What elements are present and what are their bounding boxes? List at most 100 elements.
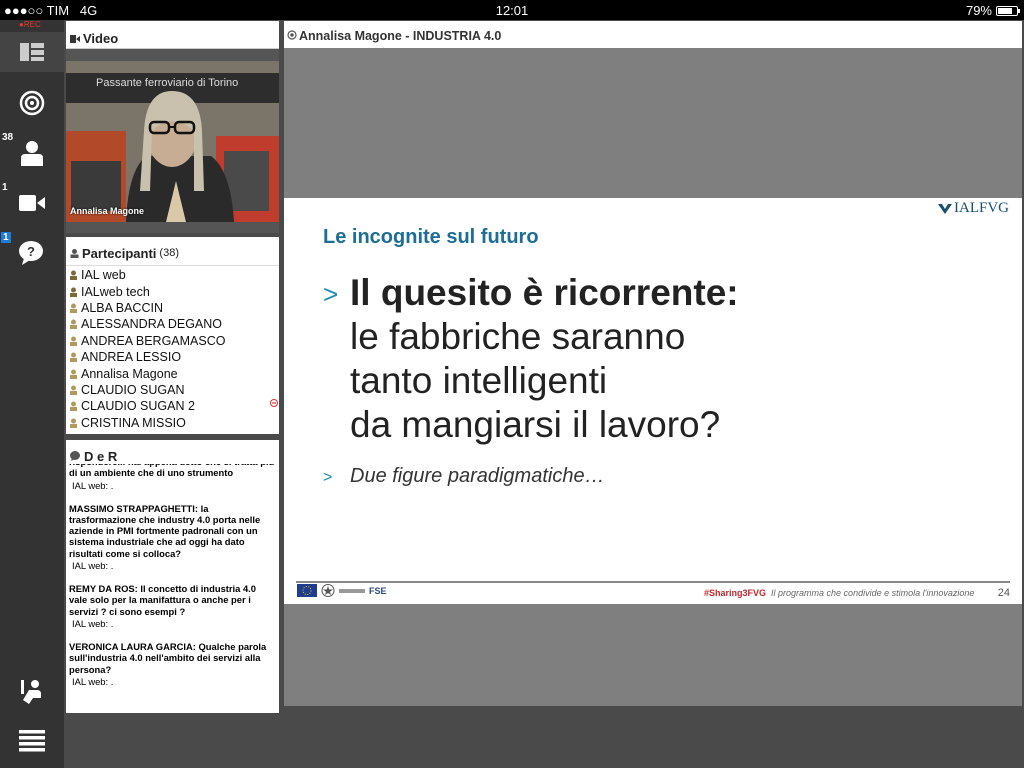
- participant-row[interactable]: CLAUDIO SUGAN: [66, 382, 279, 398]
- footer-logos: FSE: [297, 584, 387, 597]
- ialfvg-logo-mark: [938, 203, 952, 214]
- raise-hand-icon: [21, 680, 41, 704]
- participants-panel: Partecipanti (38) IAL web IALweb tech ALBA…: [66, 237, 279, 434]
- target-icon: [19, 90, 45, 116]
- slide-main-bold: Il quesito è ricorrente:: [350, 272, 739, 313]
- italian-republic-emblem: [321, 584, 335, 597]
- participant-name: Annalisa Magone: [81, 366, 178, 381]
- ios-status-bar: ●●●○○ TIM 4G 12:01 79%: [0, 0, 1024, 20]
- chat-question-icon: [70, 451, 80, 461]
- participant-name: ALESSANDRA DEGANO: [81, 317, 223, 332]
- participant-person-icon: [70, 270, 77, 281]
- slide-main-line: tanto intelligenti: [350, 360, 608, 401]
- question-text: MASSIMO STRAPPAGHETTI: la trasformazione…: [69, 502, 261, 559]
- participant-row[interactable]: IAL web: [66, 267, 279, 283]
- answer-text: IAL web: .: [72, 617, 114, 629]
- participant-name: ANDREA BERGAMASCO: [81, 333, 226, 348]
- video-camera-icon: [70, 34, 80, 43]
- target-button[interactable]: [0, 90, 64, 116]
- participant-person-icon: [70, 369, 77, 379]
- camera-button[interactable]: [0, 194, 64, 212]
- participant-row[interactable]: ALBA BACCIN: [66, 300, 279, 316]
- slide: IALFVG Le incognite sul futuro > Il ques…: [284, 198, 1022, 604]
- participant-name: IAL web: [81, 268, 126, 283]
- presentation-panel: Annalisa Magone - INDUSTRIA 4.0 IALFVG L…: [284, 21, 1022, 706]
- slide-letterbox-top: [284, 48, 1022, 198]
- participants-count: (38): [159, 247, 179, 259]
- participant-name: CLAUDIO SUGAN 2: [81, 399, 195, 414]
- footer-hashtag: #Sharing3FVG: [704, 588, 767, 598]
- presentation-title: Annalisa Magone - INDUSTRIA 4.0: [299, 29, 502, 43]
- participant-row[interactable]: CLAUDIO SUGAN 2: [66, 398, 279, 414]
- slide-letterbox-bottom: [284, 604, 1022, 706]
- qa-panel: D e R rispondere... hai appena detto che…: [66, 440, 279, 713]
- chat-button[interactable]: ?: [0, 240, 64, 266]
- qa-panel-title: D e R: [84, 448, 118, 464]
- participant-person-icon: [70, 352, 77, 363]
- participants-panel-title: Partecipanti: [82, 245, 157, 261]
- question-text: REMY DA ROS: Il concetto di industria 4.…: [69, 583, 257, 617]
- slide-main-line: le fabbriche saranno: [350, 316, 686, 357]
- slide-main-line: da mangiarsi il lavoro?: [350, 404, 721, 445]
- menu-button[interactable]: [0, 730, 64, 752]
- participant-name: CLAUDIO SUGAN: [81, 382, 185, 397]
- participant-person-icon: [70, 319, 77, 330]
- answer-text: IAL web: .: [72, 479, 114, 491]
- layout-icon: [20, 43, 44, 61]
- fse-logo: FSE: [369, 585, 387, 596]
- participants-button[interactable]: [0, 140, 64, 166]
- region-logo: [339, 588, 365, 593]
- participant-row[interactable]: IALweb tech: [66, 283, 279, 299]
- camera-count-badge: 1: [2, 182, 8, 193]
- participant-name: ALBA BACCIN: [81, 300, 163, 315]
- participant-person-icon: [70, 385, 77, 395]
- ialfvg-logo: IALFVG: [938, 200, 1009, 217]
- participant-person-icon: [70, 303, 77, 313]
- bullet-arrow: >: [323, 469, 333, 486]
- eu-flag-logo: [297, 584, 317, 597]
- slide-heading: Le incognite sul futuro: [323, 226, 539, 248]
- person-icon: [21, 141, 43, 166]
- battery-percent: 79%: [965, 3, 992, 18]
- bullet-arrow: >: [323, 279, 339, 309]
- video-area: Passante ferroviario di Torino Annalisa …: [66, 49, 279, 233]
- participant-row[interactable]: Annalisa Magone: [66, 365, 279, 381]
- left-toolbar: ●REC 38 1 1 ?: [0, 20, 64, 768]
- raise-hand-button[interactable]: [0, 678, 64, 704]
- question-text: VERONICA LAURA GARCIA: Qualche parola su…: [69, 640, 267, 675]
- mic-muted-icon: [270, 399, 278, 407]
- answer-text: IAL web: .: [72, 675, 114, 687]
- participant-row[interactable]: ALESSANDRA DEGANO: [66, 316, 279, 332]
- participant-row[interactable]: ANDREA BERGAMASCO: [66, 333, 279, 349]
- webcam-background-sign: Passante ferroviario di Torino: [96, 77, 239, 89]
- participant-row[interactable]: ANDREA LESSIO: [66, 349, 279, 365]
- slide-footer-divider: [296, 581, 1010, 583]
- participant-person-icon: [70, 336, 77, 346]
- participant-name: CRISTINA MISSIO: [81, 415, 186, 430]
- participant-person-icon: [70, 287, 77, 297]
- webcam-name-label: Annalisa Magone: [70, 206, 145, 216]
- webcam-feed[interactable]: Passante ferroviario di Torino Annalisa …: [66, 61, 279, 222]
- video-panel-title: Video: [83, 31, 119, 46]
- qa-list[interactable]: rispondere... hai appena detto che si tr…: [66, 464, 279, 713]
- participant-person-icon: [70, 418, 77, 428]
- video-panel: Video Passante ferroviario di Torino Ann…: [66, 21, 279, 233]
- question-text: rispondere... hai appena detto che si tr…: [69, 464, 274, 479]
- svg-text:?: ?: [27, 244, 35, 259]
- hamburger-menu-icon: [19, 730, 45, 752]
- participant-name: ANDREA LESSIO: [81, 350, 182, 365]
- layout-button[interactable]: [0, 32, 64, 72]
- chat-question-icon: ?: [19, 241, 43, 265]
- rec-indicator: ●REC: [19, 20, 41, 29]
- slide-sub-bullet: Due figure paradigmatiche…: [350, 465, 605, 487]
- footer-tagline-text: Il programma che condivide e stimola l'i…: [771, 588, 975, 598]
- participant-name: IALweb tech: [81, 284, 150, 299]
- battery-icon: [996, 5, 1020, 16]
- clock: 12:01: [495, 3, 529, 18]
- person-icon: [70, 248, 79, 258]
- slide-page-number: 24: [997, 587, 1010, 599]
- participants-list[interactable]: IAL web IALweb tech ALBA BACCIN ALESSANDRA …: [66, 265, 279, 434]
- participant-row[interactable]: CRISTINA MISSIO: [66, 415, 279, 431]
- participant-person-icon: [70, 401, 77, 412]
- footer-tagline: #Sharing3FVG Il programma che condivide …: [704, 588, 974, 598]
